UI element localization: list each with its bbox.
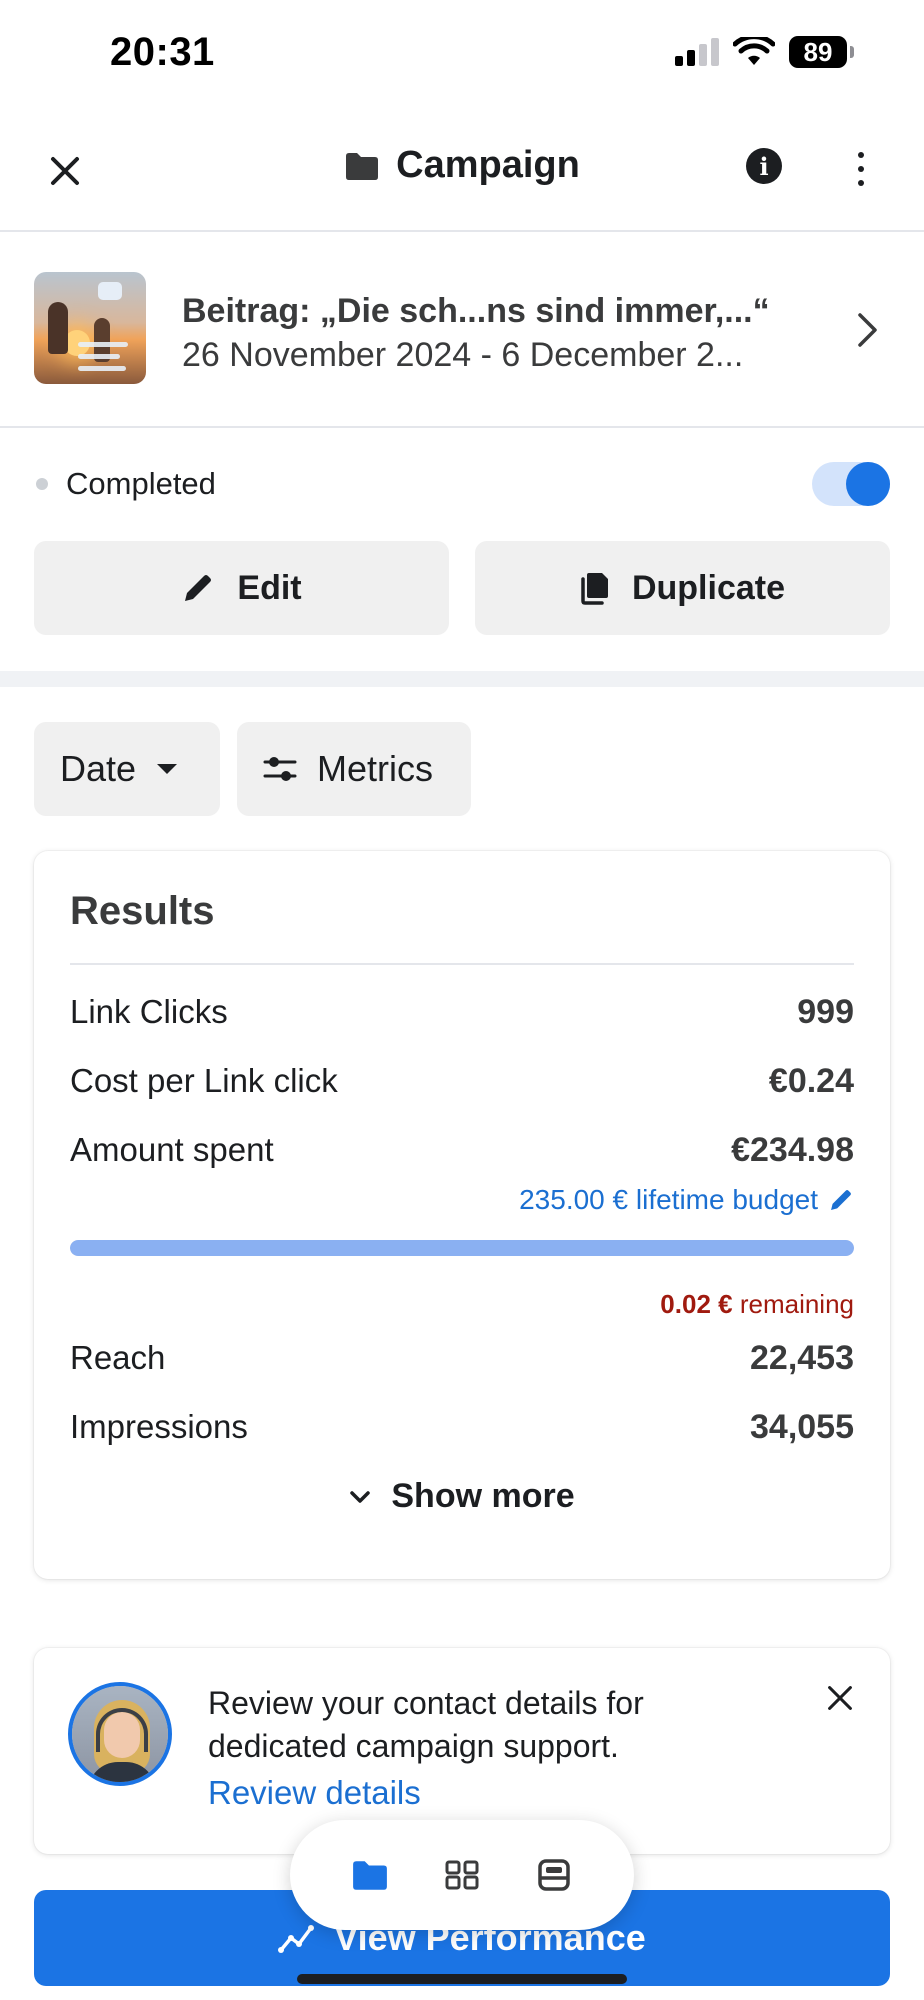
metric-row-cost-per-link-click: Cost per Link click €0.24	[70, 1056, 854, 1106]
status-bar: 20:31 89	[0, 0, 924, 110]
metric-row-reach: Reach 22,453	[70, 1333, 854, 1383]
metric-value: 34,055	[750, 1407, 854, 1446]
metrics-filter-button[interactable]: Metrics	[237, 722, 471, 816]
support-message: Review your contact details for dedicate…	[208, 1685, 644, 1764]
ad-thumbnail	[34, 272, 146, 384]
trend-line-icon	[278, 1925, 315, 1953]
ad-date-range: 26 November 2024 - 6 December 2...	[182, 336, 744, 374]
metric-row-impressions: Impressions 34,055	[70, 1402, 854, 1452]
page-title: Campaign	[396, 144, 580, 186]
section-divider	[0, 671, 924, 687]
folder-icon	[353, 1861, 387, 1890]
show-more-label: Show more	[391, 1477, 575, 1515]
caret-down-icon	[157, 764, 178, 774]
duplicate-label: Duplicate	[631, 568, 786, 607]
nav-overview[interactable]	[442, 1855, 482, 1895]
chevron-right-icon[interactable]	[856, 312, 880, 348]
budget-progress-bar	[70, 1240, 854, 1256]
bottom-nav	[290, 1820, 634, 1930]
edit-label: Edit	[237, 568, 302, 607]
header-title-group: Campaign	[0, 144, 924, 187]
chevron-down-icon	[350, 1490, 371, 1503]
sliders-icon	[263, 757, 297, 781]
review-details-link[interactable]: Review details	[208, 1774, 421, 1812]
metric-label: Impressions	[70, 1408, 248, 1445]
date-filter-button[interactable]: Date	[34, 722, 220, 816]
metric-row-link-clicks: Link Clicks 999	[70, 987, 854, 1037]
campaign-toggle[interactable]	[812, 462, 890, 506]
pencil-icon	[185, 575, 212, 601]
metric-row-amount-spent: Amount spent €234.98	[70, 1125, 854, 1175]
ad-summary-row[interactable]: Beitrag: „Die sch...ns sind immer,...“ 2…	[0, 232, 924, 428]
nav-inbox[interactable]	[534, 1855, 574, 1895]
wifi-icon	[733, 37, 775, 65]
home-indicator	[297, 1974, 627, 1984]
results-card: Results Link Clicks 999 Cost per Link cl…	[34, 851, 890, 1579]
duplicate-button[interactable]: Duplicate	[475, 541, 890, 635]
lifetime-budget-text: 235.00 € lifetime budget	[519, 1184, 818, 1215]
status-icons: 89	[675, 36, 854, 68]
inbox-icon	[538, 1859, 570, 1891]
status-time: 20:31	[110, 30, 215, 74]
status-dot	[36, 478, 48, 490]
budget-progress-fill	[70, 1240, 854, 1256]
remaining-label: remaining	[739, 1289, 854, 1319]
lifetime-budget-link[interactable]: 235.00 € lifetime budget	[519, 1184, 854, 1216]
header: Campaign i	[0, 110, 924, 232]
metric-label: Cost per Link click	[70, 1062, 338, 1099]
pencil-icon	[831, 1190, 851, 1210]
info-icon: i	[759, 151, 769, 181]
more-options-button[interactable]	[846, 146, 876, 192]
folder-icon	[346, 152, 379, 180]
close-icon	[828, 1686, 852, 1710]
date-filter-label: Date	[60, 748, 137, 789]
metric-value: 22,453	[750, 1338, 854, 1377]
grid-icon	[445, 1860, 479, 1890]
battery-level: 89	[789, 36, 847, 68]
avatar	[68, 1682, 172, 1786]
nav-campaigns[interactable]	[350, 1855, 390, 1895]
battery-icon: 89	[789, 36, 854, 68]
results-divider	[70, 963, 854, 965]
remaining-budget: 0.02 € remaining	[660, 1289, 854, 1320]
more-vertical-icon	[858, 152, 864, 158]
metric-value: €234.98	[731, 1130, 854, 1169]
remaining-amount: 0.02 €	[660, 1289, 733, 1319]
metric-value: 999	[797, 992, 854, 1031]
dismiss-support-button[interactable]	[820, 1678, 860, 1718]
metric-label: Amount spent	[70, 1131, 274, 1168]
toggle-knob	[846, 462, 890, 506]
metric-label: Reach	[70, 1339, 166, 1376]
status-label: Completed	[66, 466, 216, 501]
cellular-signal-icon	[675, 38, 719, 66]
campaign-status-row: Completed	[0, 450, 924, 520]
metric-value: €0.24	[768, 1061, 854, 1100]
metric-label: Link Clicks	[70, 993, 228, 1030]
show-more-button[interactable]: Show more	[34, 1477, 890, 1516]
ad-title: Beitrag: „Die sch...ns sind immer,...“	[182, 292, 770, 330]
copy-icon	[581, 573, 608, 605]
edit-button[interactable]: Edit	[34, 541, 449, 635]
info-button[interactable]: i	[746, 148, 782, 184]
metrics-filter-label: Metrics	[317, 748, 433, 789]
results-title: Results	[70, 889, 215, 933]
